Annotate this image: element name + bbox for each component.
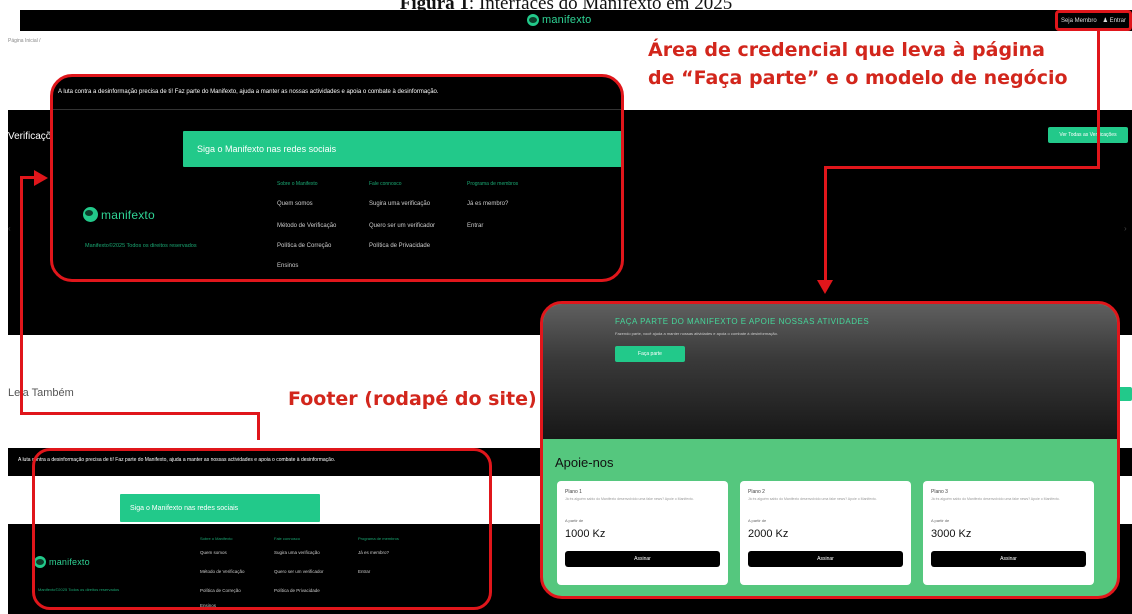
footer-link[interactable]: Ensinos <box>277 263 298 269</box>
plan-card: Plano 1 Já és alguém sabio do Manifexto … <box>557 481 728 585</box>
plan-description: Já és alguém sabio do Manifexto desenvol… <box>931 497 1060 501</box>
join-title: FAÇA PARTE DO MANIFEXTO E APOIE NOSSAS A… <box>615 317 870 326</box>
connector-line <box>824 166 1100 169</box>
logo-icon <box>83 207 98 222</box>
footer-zoom-panel: A luta contra a desinformação precisa de… <box>50 74 624 282</box>
logo-icon <box>527 14 539 26</box>
footer-link[interactable]: Quero ser um verificador <box>369 223 435 229</box>
logo-text: manifexto <box>101 207 155 222</box>
join-button[interactable]: Faça parte <box>615 346 685 362</box>
chevron-left-icon[interactable]: ‹ <box>8 224 11 233</box>
subscribe-button[interactable]: Assinar <box>748 551 903 567</box>
connector-line <box>257 412 260 440</box>
connector-line <box>1097 30 1100 168</box>
connector-line <box>824 166 827 284</box>
footer-logo[interactable]: manifexto <box>83 207 155 222</box>
join-subtitle: Fazendo parte, você ajuda a manter nossa… <box>615 331 778 336</box>
user-icon: ♟ <box>1102 18 1108 24</box>
plan-description: Já és alguém sabio do Manifexto desenvol… <box>748 497 877 501</box>
plan-from-label: A partir de <box>565 518 584 523</box>
plan-from-label: A partir de <box>931 518 950 523</box>
plan-description: Já és alguém sabio do Manifexto desenvol… <box>565 497 694 501</box>
footer-link[interactable]: Já es membro? <box>467 201 508 207</box>
login-link[interactable]: ♟ Entrar <box>1103 17 1126 24</box>
footer-social-banner[interactable]: Siga o Manifexto nas redes sociais <box>183 131 621 167</box>
credential-zoom-panel: FAÇA PARTE DO MANIFEXTO E APOIE NOSSAS A… <box>540 301 1120 599</box>
arrowhead-down-icon <box>817 280 833 294</box>
footer-link[interactable]: Política de Correção <box>277 243 331 249</box>
support-heading: Apoie-nos <box>555 455 614 470</box>
subscribe-button[interactable]: Assinar <box>565 551 720 567</box>
connector-line <box>20 412 260 415</box>
plan-from-label: A partir de <box>748 518 767 523</box>
plan-card: Plano 2 Já és alguém sabio do Manifexto … <box>740 481 911 585</box>
plan-price: 3000 Kz <box>931 528 972 540</box>
footer-link[interactable]: Quem somos <box>277 201 313 207</box>
chevron-right-icon[interactable]: › <box>1124 224 1127 233</box>
connector-line <box>20 176 23 415</box>
plan-name: Plano 1 <box>565 489 582 495</box>
plan-price: 1000 Kz <box>565 528 606 540</box>
subscribe-button[interactable]: Assinar <box>931 551 1086 567</box>
footer-link[interactable]: Método de Verificação <box>277 223 336 229</box>
breadcrumb[interactable]: Página Inicial / <box>8 38 41 44</box>
plan-price: 2000 Kz <box>748 528 789 540</box>
footer-highlight-box <box>32 448 492 610</box>
footer-col-contact-title: Fale connosco <box>369 181 402 187</box>
plan-name: Plano 3 <box>931 489 948 495</box>
footer-link[interactable]: Política de Privacidade <box>369 243 430 249</box>
plan-name: Plano 2 <box>748 489 765 495</box>
read-also-title: Leia Também <box>8 387 74 399</box>
divider <box>53 109 621 110</box>
footer-col-members-title: Programa de membros <box>467 181 519 187</box>
footer-banner-text: A luta contra a desinformação precisa de… <box>58 89 439 95</box>
login-label: Entrar <box>1109 18 1127 24</box>
see-all-verifications-button[interactable]: Ver Todas as Verificações <box>1048 127 1128 143</box>
arrowhead-right-icon <box>34 170 48 186</box>
top-logo[interactable]: manifexto <box>527 14 592 26</box>
footer-col-about-title: Sobre o Manifexto <box>277 181 318 187</box>
annotation-credential-line-1: Área de credencial que leva à página <box>648 39 1045 61</box>
credential-area: Seja Membro ♟ Entrar <box>1055 10 1132 31</box>
logo-text: manifexto <box>542 14 592 26</box>
annotation-credential: Área de credencial que leva à página de … <box>648 36 1068 92</box>
become-member-link[interactable]: Seja Membro <box>1061 18 1097 24</box>
plan-card: Plano 3 Já és alguém sabio do Manifexto … <box>923 481 1094 585</box>
footer-link[interactable]: Sugira uma verificação <box>369 201 430 207</box>
footer-link[interactable]: Entrar <box>467 223 483 229</box>
annotation-credential-line-2: de “Faça parte” e o modelo de negócio <box>648 67 1068 89</box>
footer-copyright: Manifexto©2025 Todos os direitos reserva… <box>85 243 197 249</box>
annotation-footer: Footer (rodapé do site) <box>288 388 537 410</box>
